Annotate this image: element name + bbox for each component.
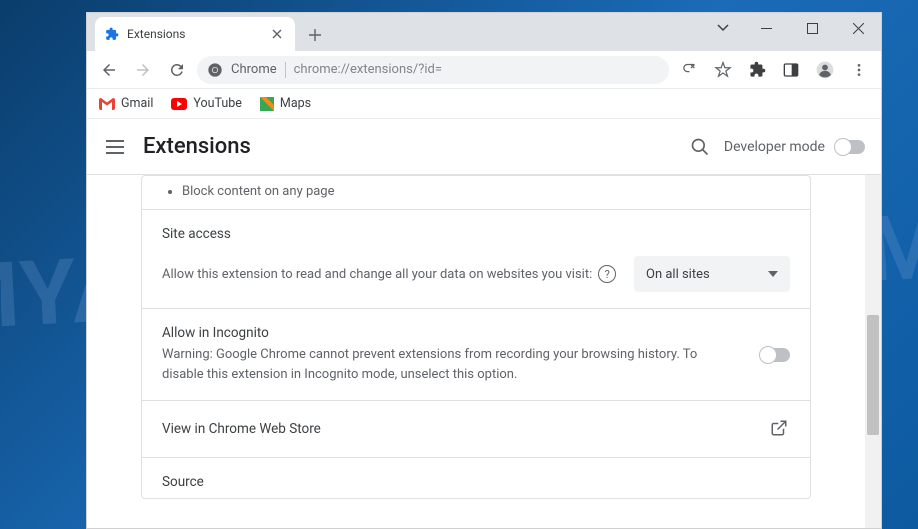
toolbar-icons [675, 56, 873, 84]
maps-icon [260, 97, 274, 111]
bookmark-maps[interactable]: Maps [260, 96, 311, 111]
incognito-title: Allow in Incognito [162, 325, 732, 341]
profile-icon[interactable] [811, 56, 839, 84]
incognito-section: Allow in Incognito Warning: Google Chrom… [142, 308, 810, 400]
menu-dots-icon[interactable] [845, 56, 873, 84]
bookmark-youtube[interactable]: YouTube [171, 96, 242, 111]
webstore-label: View in Chrome Web Store [162, 421, 321, 437]
scrollbar-thumb[interactable] [867, 315, 879, 435]
bookmarks-bar: Gmail YouTube Maps [87, 89, 881, 119]
source-section: Source [142, 457, 810, 498]
tab-search-button[interactable] [703, 13, 743, 43]
gmail-icon [99, 98, 115, 110]
extension-details-card: Block content on any page Site access Al… [141, 175, 811, 499]
omnibox-separator [285, 62, 286, 78]
content-area: Block content on any page Site access Al… [87, 175, 881, 528]
incognito-toggle[interactable] [760, 348, 790, 362]
site-access-section: Site access Allow this extension to read… [142, 209, 810, 308]
share-icon[interactable] [675, 56, 703, 84]
developer-mode-label: Developer mode [724, 139, 825, 155]
permission-item: Block content on any page [182, 184, 790, 199]
minimize-button[interactable] [743, 13, 789, 43]
permissions-section: Block content on any page [142, 176, 810, 209]
toolbar: Chrome chrome://extensions/?id= [87, 51, 881, 89]
extensions-icon[interactable] [743, 56, 771, 84]
scrollbar[interactable] [865, 175, 881, 528]
chevron-down-icon [768, 271, 778, 277]
omnibox-url: chrome://extensions/?id= [294, 62, 442, 77]
chrome-icon [207, 62, 223, 78]
extensions-header: Extensions Developer mode [87, 119, 881, 175]
reload-button[interactable] [163, 56, 191, 84]
puzzle-icon [105, 27, 119, 41]
incognito-desc: Warning: Google Chrome cannot prevent ex… [162, 345, 732, 384]
omnibox-label: Chrome [231, 62, 277, 77]
bookmark-gmail[interactable]: Gmail [99, 96, 153, 111]
maximize-button[interactable] [789, 13, 835, 43]
bookmark-star-icon[interactable] [709, 56, 737, 84]
developer-mode-toggle[interactable] [835, 140, 865, 154]
launch-icon [770, 419, 790, 439]
source-title: Source [162, 474, 790, 490]
search-icon[interactable] [686, 133, 714, 161]
youtube-icon [171, 98, 187, 110]
back-button[interactable] [95, 56, 123, 84]
new-tab-button[interactable] [301, 21, 329, 49]
help-icon[interactable]: ? [598, 265, 616, 283]
bookmark-label: Maps [280, 96, 311, 111]
site-access-select[interactable]: On all sites [634, 256, 790, 292]
forward-button[interactable] [129, 56, 157, 84]
content-scroll: Block content on any page Site access Al… [87, 175, 865, 528]
bookmark-label: Gmail [121, 96, 153, 111]
browser-tab[interactable]: Extensions [95, 17, 295, 51]
titlebar: Extensions [87, 13, 881, 51]
page-title: Extensions [143, 134, 251, 159]
bookmark-label: YouTube [193, 96, 242, 111]
webstore-row[interactable]: View in Chrome Web Store [142, 400, 810, 457]
site-access-title: Site access [162, 226, 790, 242]
site-access-prompt: Allow this extension to read and change … [162, 265, 616, 283]
tab-close-button[interactable] [269, 26, 285, 42]
address-bar[interactable]: Chrome chrome://extensions/?id= [197, 56, 669, 84]
browser-window: Extensions [86, 12, 882, 529]
select-value: On all sites [646, 267, 710, 282]
tab-title: Extensions [127, 27, 261, 41]
sidepanel-icon[interactable] [777, 56, 805, 84]
close-button[interactable] [835, 13, 881, 43]
window-controls [703, 13, 881, 43]
hamburger-menu-icon[interactable] [103, 135, 127, 159]
